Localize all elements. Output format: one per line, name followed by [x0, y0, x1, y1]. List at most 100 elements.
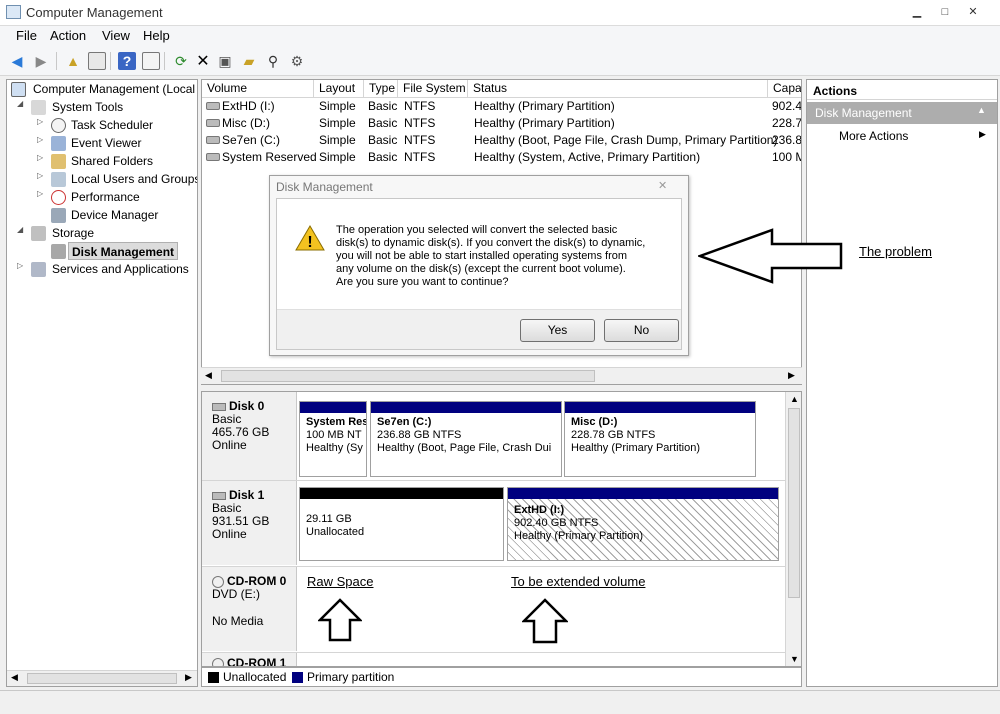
collapsed-arrow-icon[interactable]: ▷: [17, 261, 25, 270]
menu-action[interactable]: Action: [50, 28, 86, 43]
disk-0-label[interactable]: Disk 0 Basic 465.76 GB Online: [202, 392, 297, 480]
no-button[interactable]: No: [604, 319, 679, 342]
dialog-message: The operation you selected will convert …: [336, 224, 645, 289]
volume-fs: NTFS: [404, 116, 436, 130]
actions-section-disk-management[interactable]: Disk Management ▲: [807, 102, 997, 124]
open-icon[interactable]: ▰: [240, 52, 258, 70]
table-row[interactable]: Se7en (C:) Simple Basic NTFS Healthy (Bo…: [202, 132, 802, 149]
tree-item-device-manager[interactable]: Device Manager: [71, 206, 158, 224]
partition-misc[interactable]: Misc (D:) 228.78 GB NTFS Healthy (Primary …: [564, 401, 756, 477]
disk-properties-icon[interactable]: ▣: [216, 52, 234, 70]
expanded-arrow-icon[interactable]: ◢: [17, 225, 25, 234]
partition-size: 29.11 GB: [306, 513, 352, 525]
tree-item-shared-folders[interactable]: Shared Folders: [71, 152, 153, 170]
dialog-close-icon[interactable]: ✕: [658, 179, 667, 192]
disk-map-vertical-scrollbar[interactable]: ▲ ▼: [785, 392, 801, 666]
partition-se7en[interactable]: Se7en (C:) 236.88 GB NTFS Healthy (Boot, P…: [370, 401, 562, 477]
tree-item-storage[interactable]: Storage: [52, 224, 94, 242]
expanded-arrow-icon[interactable]: ◢: [17, 99, 25, 108]
volume-fs: NTFS: [404, 133, 436, 147]
forward-icon[interactable]: ▶: [32, 52, 50, 70]
delete-icon[interactable]: ✕: [194, 52, 212, 70]
yes-button[interactable]: Yes: [520, 319, 595, 342]
tree-item-task-scheduler[interactable]: Task Scheduler: [71, 116, 153, 134]
refresh-icon[interactable]: ⟳: [172, 52, 190, 70]
primary-partition-bar: [300, 402, 366, 413]
menu-view[interactable]: View: [102, 28, 130, 43]
partition-system-reserved[interactable]: System Res 100 MB NT Healthy (Sy: [299, 401, 367, 477]
scroll-right-icon[interactable]: ▶: [788, 370, 795, 381]
minimize-icon[interactable]: ▁: [910, 6, 924, 18]
collapsed-arrow-icon[interactable]: ▷: [37, 171, 45, 180]
collapsed-arrow-icon[interactable]: ▷: [37, 153, 45, 162]
console-tree: Computer Management (Local ◢ System Tool…: [6, 79, 198, 687]
collapsed-arrow-icon[interactable]: ▷: [37, 117, 45, 126]
volume-capacity: 236.8: [772, 133, 802, 147]
collapse-icon[interactable]: ▲: [977, 105, 986, 115]
back-icon[interactable]: ◀: [8, 52, 26, 70]
scroll-left-icon[interactable]: ◀: [11, 672, 18, 683]
partition-status: Unallocated: [306, 526, 365, 538]
scroll-left-icon[interactable]: ◀: [205, 370, 212, 381]
disk-1-label[interactable]: Disk 1 Basic 931.51 GB Online: [202, 481, 297, 565]
annotation-problem: The problem: [859, 244, 932, 259]
settings-icon[interactable]: ⚙: [288, 52, 306, 70]
up-folder-icon[interactable]: ▲: [64, 52, 82, 70]
volume-list-horizontal-scrollbar[interactable]: ◀ ▶: [201, 367, 802, 384]
volume-type: Basic: [368, 133, 398, 147]
column-header-status[interactable]: Status: [468, 80, 768, 98]
menu-help[interactable]: Help: [143, 28, 170, 43]
scroll-thumb[interactable]: [27, 673, 177, 684]
column-header-layout[interactable]: Layout: [314, 80, 364, 98]
tools-icon: [31, 100, 46, 115]
tree-item-event-viewer[interactable]: Event Viewer: [71, 134, 141, 152]
collapsed-arrow-icon[interactable]: ▷: [37, 135, 45, 144]
more-actions-link[interactable]: More Actions: [839, 129, 908, 143]
drive-icon: [206, 153, 220, 161]
scroll-right-icon[interactable]: ▶: [185, 672, 192, 683]
volume-type: Basic: [368, 116, 398, 130]
scroll-thumb[interactable]: [788, 408, 800, 598]
up-arrow-annotation: [318, 598, 362, 642]
primary-partition-bar: [508, 488, 778, 499]
cdrom-1-label[interactable]: CD-ROM 1: [202, 653, 297, 666]
table-row[interactable]: System Reserved Simple Basic NTFS Health…: [202, 149, 801, 166]
scroll-down-icon[interactable]: ▼: [790, 654, 799, 664]
tree-item-root[interactable]: Computer Management (Local: [33, 80, 195, 98]
tree-item-system-tools[interactable]: System Tools: [52, 98, 123, 116]
cdrom-0-label[interactable]: CD-ROM 0 DVD (E:) No Media: [202, 567, 297, 651]
partition-status: Healthy (Primary Partition): [514, 530, 643, 542]
tree-item-services[interactable]: Services and Applications: [52, 260, 189, 278]
tree-item-disk-management[interactable]: Disk Management: [68, 242, 179, 260]
maximize-icon[interactable]: □: [938, 6, 952, 18]
column-header-capacity[interactable]: Capac: [768, 80, 801, 98]
cdrom-icon: [212, 657, 224, 666]
column-header-file-system[interactable]: File System: [398, 80, 468, 98]
tree-item-local-users[interactable]: Local Users and Groups: [71, 170, 197, 188]
menu-file[interactable]: File: [16, 28, 37, 43]
show-hide-tree-icon[interactable]: [88, 52, 106, 70]
close-icon[interactable]: ✕: [966, 6, 980, 18]
event-viewer-icon: [51, 136, 66, 151]
message-line: you will not be able to start installed …: [336, 250, 628, 262]
device-manager-icon: [51, 208, 66, 223]
column-header-type[interactable]: Type: [364, 80, 398, 98]
help-icon[interactable]: ?: [118, 52, 136, 70]
submenu-arrow-icon: ▶: [979, 129, 986, 139]
toolbar-separator: [110, 52, 111, 70]
legend-primary: Primary partition: [307, 670, 395, 684]
search-icon[interactable]: ⚲: [264, 52, 282, 70]
properties-icon[interactable]: [142, 52, 160, 70]
tree-horizontal-scrollbar[interactable]: ◀ ▶: [7, 670, 197, 686]
partition-exthd[interactable]: ExtHD (I:) 902.40 GB NTFS Healthy (Primary…: [507, 487, 779, 561]
column-header-volume[interactable]: Volume: [202, 80, 314, 98]
scroll-up-icon[interactable]: ▲: [790, 394, 799, 404]
table-row[interactable]: ExtHD (I:) Simple Basic NTFS Healthy (Pr…: [202, 98, 801, 115]
tree-item-performance[interactable]: Performance: [71, 188, 140, 206]
drive-icon: [206, 102, 220, 110]
table-row[interactable]: Misc (D:) Simple Basic NTFS Healthy (Pri…: [202, 115, 801, 132]
volume-type: Basic: [368, 99, 398, 113]
partition-unallocated[interactable]: 29.11 GB Unallocated: [299, 487, 504, 561]
collapsed-arrow-icon[interactable]: ▷: [37, 189, 45, 198]
scroll-thumb[interactable]: [221, 370, 595, 382]
